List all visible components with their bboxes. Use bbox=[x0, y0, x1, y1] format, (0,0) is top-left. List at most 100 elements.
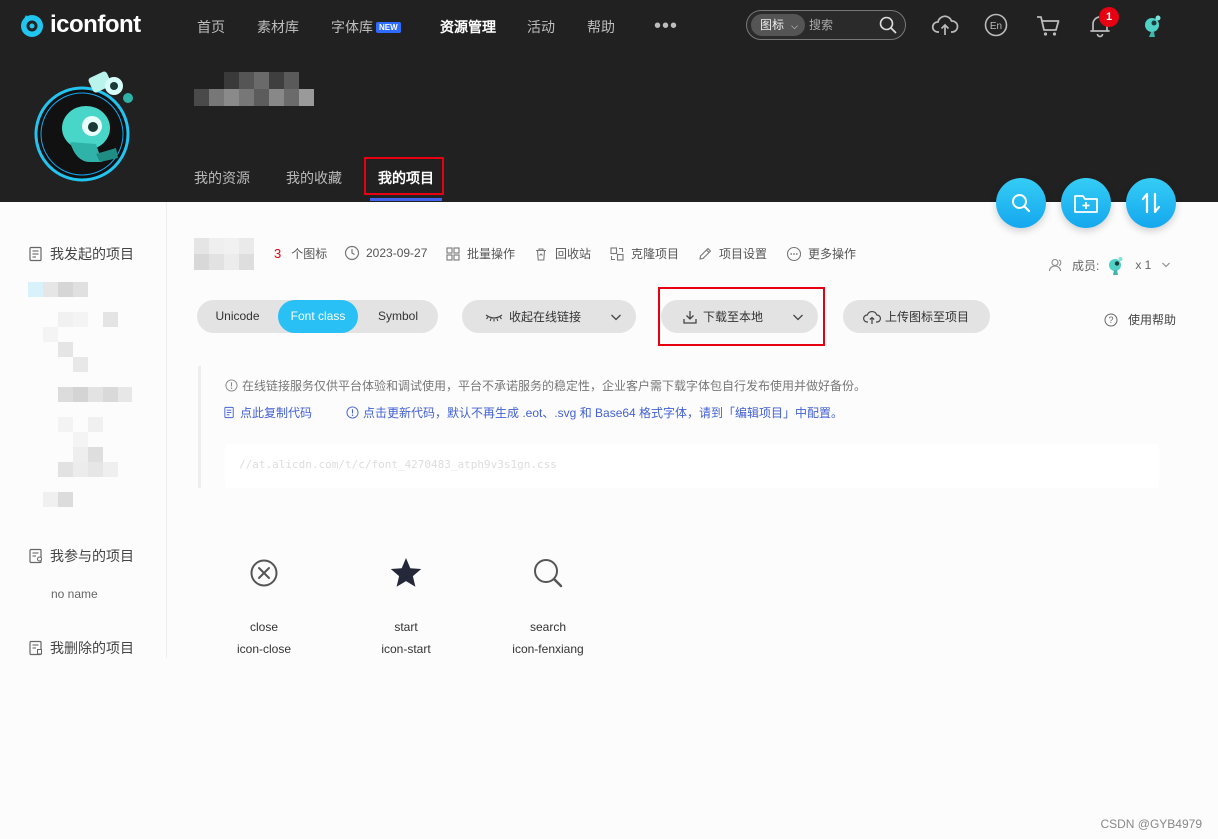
project-list-mosaic[interactable] bbox=[28, 282, 132, 518]
tab-my-favorites[interactable]: 我的收藏 bbox=[286, 168, 342, 188]
active-tab-indicator bbox=[370, 198, 442, 201]
pencil-icon bbox=[699, 247, 712, 260]
project-settings-button[interactable]: 项目设置 bbox=[697, 245, 767, 262]
icon-name: search bbox=[529, 620, 567, 634]
mode-symbol-button[interactable]: Symbol bbox=[358, 300, 438, 333]
tab-my-resources[interactable]: 我的资源 bbox=[194, 168, 250, 188]
chevron-down-icon bbox=[1162, 262, 1171, 268]
svg-text:En: En bbox=[990, 21, 1002, 32]
update-code-link[interactable]: 点击更新代码，默认不再生成 .eot、.svg 和 Base64 格式字体，请到… bbox=[346, 404, 843, 421]
recycle-bin-button[interactable]: 回收站 bbox=[533, 245, 591, 262]
members-label: 成员: bbox=[1072, 258, 1100, 273]
service-warning: 在线链接服务仅供平台体验和调试使用，平台不承诺服务的稳定性，企业客户需下载字体包… bbox=[225, 377, 866, 394]
top-nav: iconfont 首页 素材库 字体库 NEW 资源管理 活动 帮助 ••• 图标… bbox=[0, 0, 1218, 52]
sort-button[interactable] bbox=[1126, 178, 1176, 228]
nav-home[interactable]: 首页 bbox=[197, 17, 225, 37]
search-project-button[interactable] bbox=[996, 178, 1046, 228]
search-icon bbox=[1012, 194, 1031, 213]
section-deleted-projects[interactable]: 我删除的项目 bbox=[28, 638, 134, 658]
recycle-bin-label: 回收站 bbox=[555, 247, 592, 261]
batch-operation-button[interactable]: 批量操作 bbox=[445, 245, 515, 262]
collapse-online-link-button[interactable]: 收起在线链接 bbox=[462, 300, 636, 333]
icon-card-search[interactable]: search icon-fenxiang bbox=[488, 550, 608, 656]
cart-icon[interactable] bbox=[1034, 11, 1062, 39]
icon-card-close[interactable]: close icon-close bbox=[204, 550, 324, 656]
username-mosaic bbox=[194, 72, 314, 106]
css-link-url[interactable]: //at.alicdn.com/t/c/font_4270483_atph9v3… bbox=[239, 458, 557, 471]
search-icon[interactable] bbox=[879, 16, 897, 34]
collapse-online-link-label: 收起在线链接 bbox=[509, 310, 582, 324]
icon-name: start bbox=[394, 620, 418, 634]
copy-document-icon bbox=[224, 406, 234, 419]
nav-fonts[interactable]: 字体库 NEW bbox=[331, 17, 401, 37]
project-settings-label: 项目设置 bbox=[719, 247, 768, 261]
more-actions-button[interactable]: 更多操作 bbox=[786, 245, 856, 262]
chevron-down-icon bbox=[611, 314, 621, 320]
member-avatar-icon bbox=[1109, 257, 1123, 275]
clock-icon bbox=[344, 245, 360, 261]
more-actions-label: 更多操作 bbox=[808, 247, 857, 261]
section-joined-projects[interactable]: 我参与的项目 bbox=[28, 546, 134, 566]
upload-icons-button[interactable]: 上传图标至项目 bbox=[843, 300, 990, 333]
cloud-upload-icon[interactable] bbox=[931, 11, 959, 39]
nav-resource-management[interactable]: 资源管理 bbox=[440, 17, 496, 37]
clone-icon bbox=[610, 246, 624, 261]
user-avatar-icon[interactable] bbox=[1139, 11, 1167, 39]
icon-name: close bbox=[249, 620, 278, 634]
online-link-panel: 在线链接服务仅供平台体验和调试使用，平台不承诺服务的稳定性，企业客户需下载字体包… bbox=[198, 366, 1170, 488]
tab-my-projects[interactable]: 我的项目 bbox=[378, 168, 434, 188]
icon-class: icon-fenxiang bbox=[512, 642, 584, 656]
nav-activities[interactable]: 活动 bbox=[527, 17, 555, 37]
upload-icons-label: 上传图标至项目 bbox=[885, 310, 970, 324]
mode-unicode-button[interactable]: Unicode bbox=[197, 300, 278, 333]
nav-help[interactable]: 帮助 bbox=[587, 17, 615, 37]
members-icon bbox=[1048, 258, 1062, 272]
new-badge: NEW bbox=[376, 22, 401, 33]
section-joined-label: 我参与的项目 bbox=[50, 548, 134, 564]
copy-code-label: 点此复制代码 bbox=[240, 406, 313, 420]
iconfont-logo[interactable]: iconfont bbox=[18, 10, 141, 40]
copy-code-link[interactable]: 点此复制代码 bbox=[223, 404, 312, 421]
css-link-code-box[interactable]: //at.alicdn.com/t/c/font_4270483_atph9v3… bbox=[225, 444, 1159, 488]
profile-avatar[interactable] bbox=[30, 62, 138, 182]
grid-icon bbox=[446, 246, 460, 261]
folder-add-icon bbox=[1074, 195, 1098, 213]
icon-count-label: 个图标 bbox=[291, 247, 328, 261]
csdn-watermark: CSDN @GYB4979 bbox=[1100, 817, 1202, 831]
nav-fonts-label: 字体库 bbox=[331, 19, 373, 35]
document-icon bbox=[29, 246, 42, 262]
icon-count-number: 3 bbox=[274, 246, 282, 261]
help-circle-icon: ? bbox=[1104, 313, 1118, 326]
nav-more-icon[interactable]: ••• bbox=[654, 16, 678, 36]
search-category-select[interactable]: 图标 ⌵ bbox=[751, 14, 805, 36]
download-local-button[interactable]: 下载至本地 bbox=[661, 300, 818, 333]
logo-text: iconfont bbox=[50, 11, 141, 38]
update-code-label: 点击更新代码，默认不再生成 .eot、.svg 和 Base64 格式字体，请到… bbox=[363, 406, 844, 420]
search-input[interactable] bbox=[809, 15, 873, 35]
language-en-icon[interactable]: En bbox=[982, 11, 1010, 39]
code-mode-switch: Unicode Font class Symbol bbox=[197, 300, 438, 333]
search-icon bbox=[534, 559, 563, 588]
icon-card-start[interactable]: start icon-start bbox=[346, 550, 466, 656]
new-project-button[interactable] bbox=[1061, 178, 1111, 228]
project-members[interactable]: 成员: x 1 bbox=[1048, 254, 1171, 276]
svg-text:?: ? bbox=[1108, 315, 1113, 325]
joined-project-item[interactable]: no name bbox=[51, 587, 98, 601]
logo-mark-icon bbox=[21, 15, 43, 37]
clone-project-button[interactable]: 克隆项目 bbox=[609, 245, 679, 262]
nav-materials[interactable]: 素材库 bbox=[257, 17, 299, 37]
section-created-label: 我发起的项目 bbox=[50, 246, 134, 262]
mode-font-class-button[interactable]: Font class bbox=[278, 300, 358, 333]
document-user-icon bbox=[29, 548, 42, 564]
icon-class: icon-start bbox=[381, 642, 431, 656]
sort-arrows-icon bbox=[1141, 192, 1161, 214]
usage-help-link[interactable]: ? 使用帮助 bbox=[1104, 311, 1176, 328]
section-created-projects[interactable]: 我发起的项目 bbox=[28, 244, 134, 264]
chevron-down-icon: ⌵ bbox=[791, 21, 798, 31]
icon-class: icon-close bbox=[236, 642, 292, 656]
project-name-mosaic bbox=[194, 238, 254, 270]
download-local-label: 下载至本地 bbox=[703, 310, 764, 324]
usage-help-label: 使用帮助 bbox=[1128, 313, 1177, 327]
search-box: 图标 ⌵ bbox=[746, 10, 906, 40]
project-date: 2023-09-27 bbox=[344, 245, 427, 261]
